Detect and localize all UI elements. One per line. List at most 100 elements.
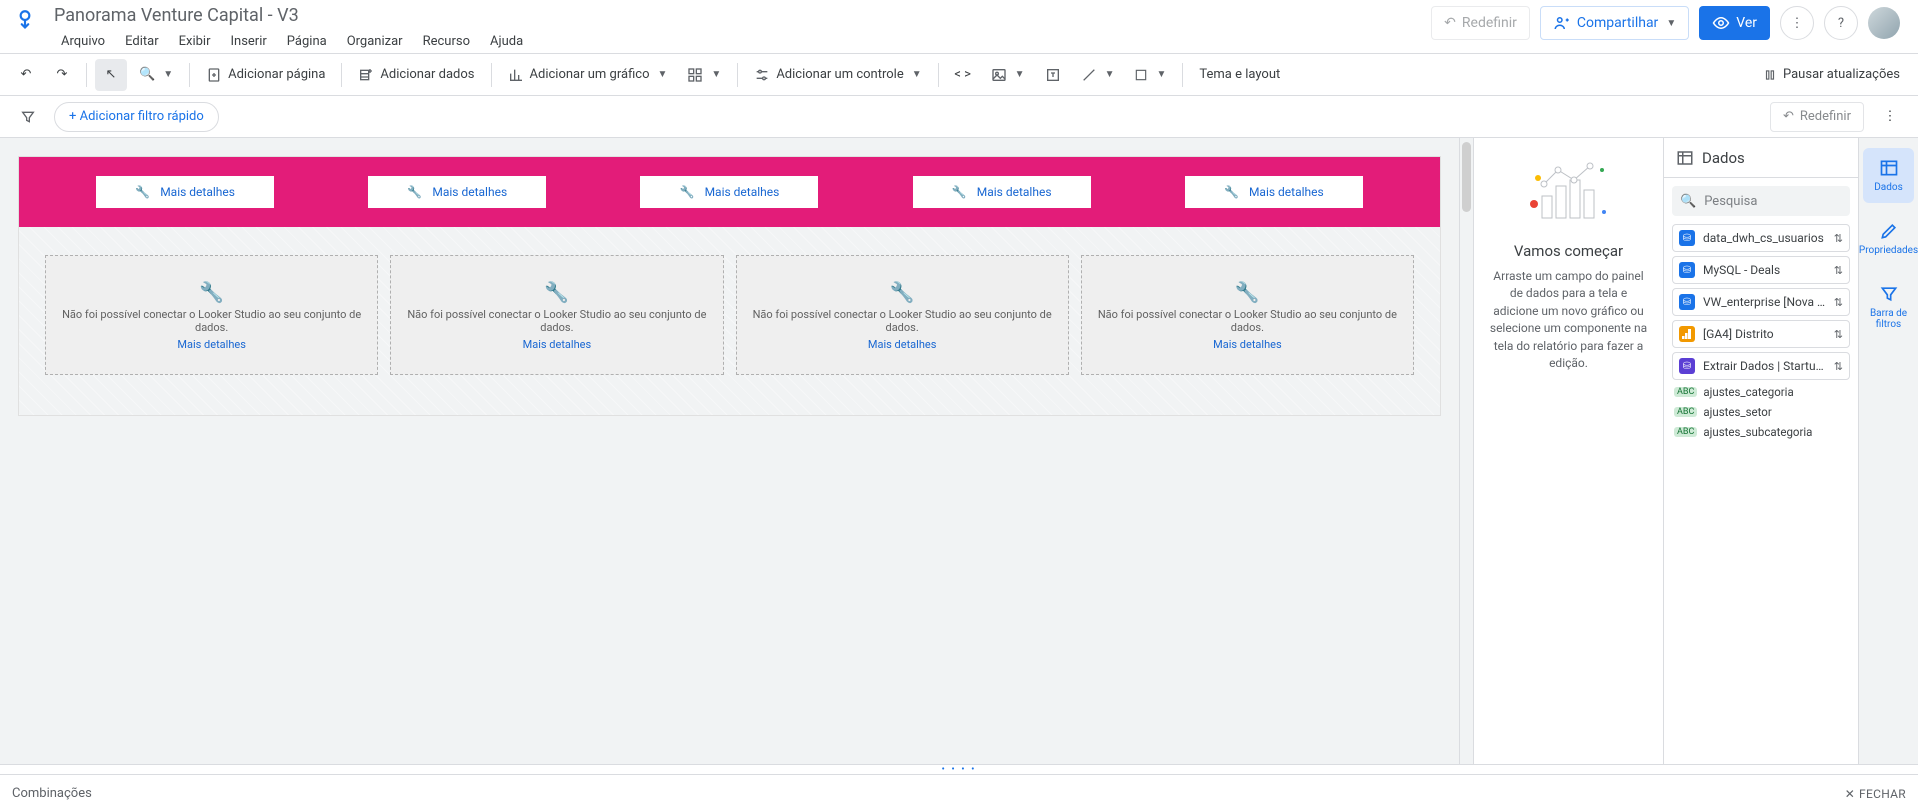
separator (938, 63, 939, 87)
table-icon (1676, 149, 1694, 167)
redo-button[interactable]: ↷ (46, 59, 78, 91)
data-search-input[interactable]: 🔍 Pesquisa (1672, 186, 1850, 216)
pause-label: Pausar atualizações (1783, 67, 1900, 82)
theme-layout-button[interactable]: Tema e layout (1191, 59, 1288, 91)
rail-tab-data[interactable]: Dados (1863, 148, 1914, 203)
help-button[interactable]: ? (1824, 6, 1858, 40)
report-page[interactable]: 🔧Mais detalhes 🔧Mais detalhes 🔧Mais deta… (18, 156, 1441, 416)
drawer-close-button[interactable]: ✕ Fechar (1845, 787, 1906, 801)
chevron-down-icon: ▼ (1105, 69, 1115, 80)
sort-icon: ⇅ (1834, 296, 1843, 309)
scrollbar-thumb[interactable] (1462, 142, 1471, 212)
menu-inserir[interactable]: Inserir (221, 30, 275, 53)
pause-updates-button[interactable]: Pausar atualizações (1755, 59, 1908, 91)
image-button[interactable]: ▼ (983, 59, 1033, 91)
add-chart-button[interactable]: Adicionar um gráfico ▼ (500, 59, 676, 91)
filterbar-more-button[interactable]: ⋮ (1874, 101, 1906, 133)
error-card[interactable]: 🔧 Não foi possível conectar o Looker Stu… (390, 255, 723, 375)
rail-label: Dados (1874, 182, 1903, 193)
add-control-button[interactable]: Adicionar um controle ▼ (746, 59, 929, 91)
details-link[interactable]: Mais detalhes (1213, 338, 1282, 351)
filter-icon-button[interactable] (12, 101, 44, 133)
chevron-down-icon: ▼ (1156, 69, 1166, 80)
separator (737, 63, 738, 87)
chart-icon (508, 67, 524, 83)
field-item[interactable]: ABCajustes_categoria (1674, 382, 1848, 402)
community-viz-button[interactable]: ▼ (679, 59, 729, 91)
add-quick-filter-chip[interactable]: + Adicionar filtro rápido (54, 102, 219, 132)
undo-icon: ↶ (21, 67, 32, 82)
details-link[interactable]: Mais detalhes (868, 338, 937, 351)
undo-button[interactable]: ↶ (10, 59, 42, 91)
menu-exibir[interactable]: Exibir (170, 30, 220, 53)
menu-organizar[interactable]: Organizar (338, 30, 412, 53)
separator (86, 63, 87, 87)
vertical-scrollbar[interactable] (1459, 138, 1473, 764)
data-source-item[interactable]: [GA4] Distrito⇅ (1672, 320, 1850, 348)
search-icon: 🔍 (1680, 194, 1696, 209)
wrench-icon: 🔧 (680, 185, 695, 199)
data-source-item[interactable]: ⛁VW_enterprise [Nova Conexão]⇅ (1672, 288, 1850, 316)
more-menu-button[interactable]: ⋮ (1780, 6, 1814, 40)
more-vert-icon: ⋮ (1791, 16, 1804, 31)
line-button[interactable]: ▼ (1073, 59, 1123, 91)
field-label: ajustes_setor (1703, 405, 1771, 419)
reset-filters-button[interactable]: ↶ Redefinir (1770, 102, 1864, 132)
file-plus-icon (206, 67, 222, 83)
data-source-item[interactable]: ⛁Extrair Dados | Startups Ativas⇅ (1672, 352, 1850, 380)
broken-widget[interactable]: 🔧Mais detalhes (640, 176, 818, 208)
field-type-chip: ABC (1674, 387, 1697, 397)
error-card[interactable]: 🔧 Não foi possível conectar o Looker Stu… (1081, 255, 1414, 375)
code-icon: < > (954, 67, 971, 82)
broken-widget[interactable]: 🔧Mais detalhes (96, 176, 274, 208)
account-avatar[interactable] (1868, 7, 1900, 39)
embed-button[interactable]: < > (947, 59, 979, 91)
zoom-icon: 🔍 (139, 67, 155, 82)
separator (341, 63, 342, 87)
error-card[interactable]: 🔧 Não foi possível conectar o Looker Stu… (45, 255, 378, 375)
filter-bar: + Adicionar filtro rápido ↶ Redefinir ⋮ (0, 96, 1918, 138)
rail-tab-filter-bar[interactable]: Barra de filtros (1863, 274, 1914, 340)
zoom-tool[interactable]: 🔍▼ (131, 59, 181, 91)
menu-recurso[interactable]: Recurso (414, 30, 479, 53)
canvas-area: 🔧Mais detalhes 🔧Mais detalhes 🔧Mais deta… (0, 138, 1473, 764)
onboarding-title: Vamos começar (1514, 242, 1623, 260)
error-card[interactable]: 🔧 Não foi possível conectar o Looker Stu… (736, 255, 1069, 375)
menu-ajuda[interactable]: Ajuda (481, 30, 532, 53)
onboarding-body: Arraste um campo do painel de dados para… (1488, 268, 1649, 372)
image-icon (991, 67, 1007, 83)
details-link[interactable]: Mais detalhes (523, 338, 592, 351)
data-source-item[interactable]: ⛁data_dwh_cs_usuarios⇅ (1672, 224, 1850, 252)
shape-button[interactable]: ▼ (1126, 59, 1174, 91)
add-data-button[interactable]: Adicionar dados (350, 59, 482, 91)
filter-icon (1879, 284, 1899, 304)
wrench-icon: 🔧 (1235, 280, 1260, 304)
document-title[interactable]: Panorama Venture Capital - V3 (52, 4, 1421, 28)
add-page-button[interactable]: Adicionar página (198, 59, 333, 91)
datasource-label: data_dwh_cs_usuarios (1703, 231, 1826, 245)
broken-widget[interactable]: 🔧Mais detalhes (1185, 176, 1363, 208)
datasource-icon: ⛁ (1679, 294, 1695, 310)
data-source-item[interactable]: ⛁MySQL - Deals⇅ (1672, 256, 1850, 284)
view-button[interactable]: Ver (1699, 6, 1770, 40)
wrench-icon: 🔧 (407, 185, 422, 199)
data-panel: Dados 🔍 Pesquisa ⛁data_dwh_cs_usuarios⇅⛁… (1663, 138, 1858, 764)
broken-widget[interactable]: 🔧Mais detalhes (913, 176, 1091, 208)
share-button[interactable]: Compartilhar ▼ (1540, 6, 1689, 40)
drawer-drag-handle[interactable]: • • • • (0, 764, 1918, 774)
details-link[interactable]: Mais detalhes (177, 338, 246, 351)
text-button[interactable] (1037, 59, 1069, 91)
field-item[interactable]: ABCajustes_setor (1674, 402, 1848, 422)
select-tool[interactable]: ↖ (95, 59, 127, 91)
header-strip: 🔧Mais detalhes 🔧Mais detalhes 🔧Mais deta… (19, 157, 1440, 227)
field-item[interactable]: ABCajustes_subcategoria (1674, 422, 1848, 442)
broken-widget[interactable]: 🔧Mais detalhes (368, 176, 546, 208)
datasource-icon: ⛁ (1679, 358, 1695, 374)
error-text: Não foi possível conectar o Looker Studi… (1092, 308, 1403, 334)
menu-pagina[interactable]: Página (278, 30, 336, 53)
reset-button[interactable]: ↶ Redefinir (1431, 6, 1530, 40)
sort-icon: ⇅ (1834, 264, 1843, 277)
rail-tab-properties[interactable]: Propriedades (1863, 211, 1914, 266)
menu-editar[interactable]: Editar (116, 30, 168, 53)
menu-arquivo[interactable]: Arquivo (52, 30, 114, 53)
